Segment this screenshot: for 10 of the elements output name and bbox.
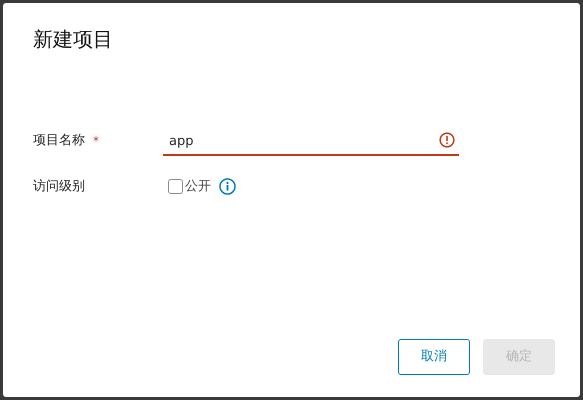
field-label: 项目名称	[33, 132, 85, 150]
field-label: 访问级别	[33, 178, 86, 196]
cancel-button[interactable]: 取消	[398, 339, 470, 375]
info-icon[interactable]	[219, 178, 236, 196]
dialog-title: 新建项目	[33, 26, 113, 53]
checkbox-label: 公开	[185, 178, 211, 196]
error-icon	[439, 132, 455, 148]
required-mark: *	[93, 133, 99, 150]
checkbox[interactable]	[168, 179, 183, 194]
name-input-field[interactable]: app	[163, 130, 459, 156]
